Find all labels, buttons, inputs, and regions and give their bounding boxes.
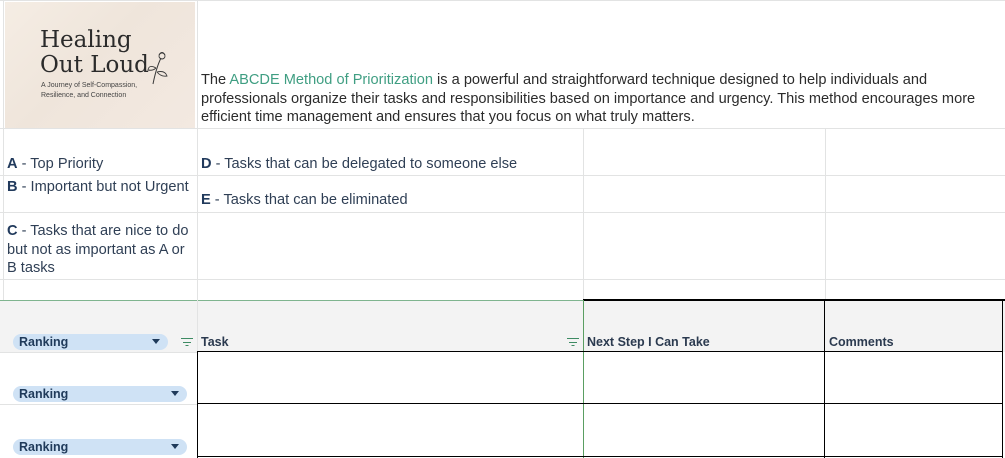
legend-b-text: - Important but not Urgent: [17, 179, 189, 195]
gridline: [0, 175, 1005, 176]
chevron-down-icon: [171, 391, 179, 396]
legend-b-letter: B: [7, 179, 18, 195]
logo-title-line1: Healing: [40, 27, 132, 53]
chevron-down-icon: [152, 339, 160, 344]
gridline: [0, 0, 1005, 1]
intro-paragraph: The ABCDE Method of Prioritization is a …: [201, 71, 1001, 127]
legend-d-text: - Tasks that can be delegated to someone…: [211, 156, 518, 172]
gridline: [3, 0, 4, 300]
gridline: [0, 128, 1005, 129]
table-top-border: [0, 300, 583, 301]
table-col-border: [197, 352, 198, 458]
logo-subtitle-line2: Resilience, and Connection: [41, 92, 127, 99]
gridline: [583, 128, 584, 300]
filter-icon[interactable]: [181, 338, 193, 347]
method-name: ABCDE Method of Prioritization: [229, 72, 433, 88]
legend-e-letter: E: [201, 192, 211, 208]
legend-b: B - Important but not Urgent: [7, 178, 195, 211]
table-col-border: [197, 300, 198, 352]
legend-c-letter: C: [7, 223, 18, 239]
table-top-border: [583, 299, 1005, 301]
legend-c-text: - Tasks that are nice to do but not as i…: [7, 223, 189, 276]
logo-subtitle-line1: A Journey of Self-Compassion,: [41, 82, 138, 89]
header-cell-task[interactable]: [198, 300, 583, 352]
legend-a-text: - Top Priority: [17, 156, 104, 172]
brand-logo: Healing Out Loud A Journey of Self-Compa…: [5, 2, 195, 128]
legend-e: E - Tasks that can be eliminated: [201, 191, 581, 210]
ranking-dropdown[interactable]: Ranking: [13, 439, 187, 455]
logo-title: Healing Out Loud: [40, 28, 149, 78]
gridline: [825, 128, 826, 300]
chevron-down-icon: [171, 444, 179, 449]
table-row-border: [197, 456, 1003, 457]
gridline: [0, 279, 1005, 280]
ranking-header-dropdown[interactable]: Ranking: [13, 334, 168, 350]
legend-a: A - Top Priority: [7, 155, 195, 174]
gridline: [0, 212, 1005, 213]
legend-c: C - Tasks that are nice to do but not as…: [7, 222, 195, 278]
legend-e-text: - Tasks that can be eliminated: [210, 192, 408, 208]
filter-icon[interactable]: [567, 338, 579, 347]
logo-subtitle: A Journey of Self-Compassion, Resilience…: [41, 81, 171, 101]
ranking-dropdown-label: Ranking: [19, 440, 69, 454]
table-col-border: [583, 300, 584, 458]
table-row-border: [0, 352, 197, 353]
table-col-border: [824, 300, 825, 458]
table-row-border: [197, 403, 1003, 404]
table-row-border: [197, 351, 1003, 352]
table-row-border: [0, 404, 197, 405]
table-col-border: [1002, 300, 1003, 458]
ranking-dropdown[interactable]: Ranking: [13, 386, 187, 402]
comments-header: Comments: [829, 335, 894, 349]
task-header: Task: [201, 335, 229, 349]
logo-title-line2: Out Loud: [40, 52, 149, 78]
next-step-header: Next Step I Can Take: [587, 335, 710, 349]
legend-d: D - Tasks that can be delegated to someo…: [201, 155, 581, 174]
intro-prefix: The: [201, 72, 230, 88]
gridline: [197, 0, 198, 300]
ranking-header-label: Ranking: [19, 335, 69, 349]
legend-a-letter: A: [7, 156, 18, 172]
ranking-dropdown-label: Ranking: [19, 387, 69, 401]
legend-d-letter: D: [201, 156, 212, 172]
